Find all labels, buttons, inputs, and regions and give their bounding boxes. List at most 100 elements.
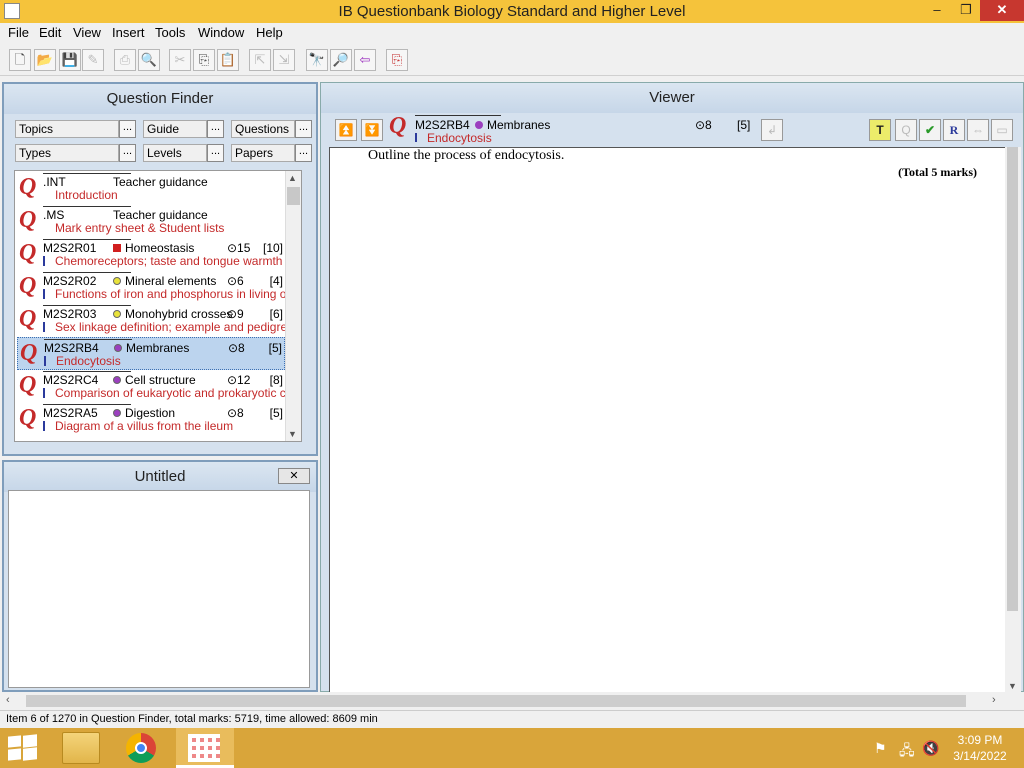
question-list[interactable]: Q .INT Teacher guidance Introduction Q .MS Tea… [14,170,302,442]
paste-icon[interactable]: 📋 [217,49,239,71]
question-icon: Q [19,372,37,398]
restore-button[interactable]: ❐ [952,0,980,21]
item-rule [43,305,131,306]
scroll-left-icon[interactable]: ‹ [6,694,10,706]
scroll-up-icon[interactable]: ▲ [288,173,297,183]
network-icon[interactable]: 🖧 [899,740,915,764]
question-list-item[interactable]: Q .INT Teacher guidance Introduction [17,172,285,205]
status-bar: Item 6 of 1270 in Question Finder, total… [0,710,1024,728]
horizontal-scrollbar[interactable]: ‹ › [0,692,1024,710]
text-tool-icon[interactable]: T [869,119,891,141]
papers-browse-button[interactable]: ... [295,144,312,162]
toolbar: 🗋 📂 💾 ✎ ⎙ 🔍 ✂ ⎘ 📋 ⇱ ⇲ 🔭 🔎 ⇦ ⎘ [0,44,1024,76]
levels-browse-button[interactable]: ... [207,144,224,162]
topics-browse-button[interactable]: ... [119,120,136,138]
types-browse-button[interactable]: ... [119,144,136,162]
action-center-icon[interactable]: ⚑ [874,740,887,757]
answer-tool-icon[interactable]: Q [895,119,917,141]
remove-question-icon[interactable]: ⇲ [273,49,295,71]
viewer-scrollbar[interactable]: ▼ [1005,147,1021,693]
question-code: .INT [43,175,66,189]
question-list-item[interactable]: Q M2S2RC4 Cell structure ⊙12 [8] Comparison o… [17,370,301,403]
question-list-scrollbar[interactable]: ▲ ▼ [285,171,301,441]
topic-label: Cell structure [125,373,196,387]
question-list-item[interactable]: Q M2S2RB4 Membranes ⊙8 [5] Endocytosis [17,337,285,370]
copy-icon[interactable]: ⎘ [193,49,215,71]
menu-window[interactable]: Window [198,25,244,40]
untitled-content[interactable] [8,490,310,688]
menu-insert[interactable]: Insert [112,25,145,40]
find-icon[interactable]: 🔭 [306,49,328,71]
paper-indicator [44,356,46,366]
menu-edit[interactable]: Edit [39,25,61,40]
menu-file[interactable]: File [8,25,29,40]
question-list-item[interactable]: Q M2S2R03 Monohybrid crosses ⊙9 [6] Sex linka… [17,304,294,337]
horizontal-scroll-thumb[interactable] [26,695,966,707]
question-list-item[interactable]: Q M2S2RA5 Digestion ⊙8 [5] Diagram of a villu… [17,403,285,436]
next-question-icon[interactable]: ⏬ [361,119,383,141]
item-rule [43,272,131,273]
marks: [5] [268,341,282,355]
file-explorer-icon[interactable] [62,732,100,764]
scroll-down-icon[interactable]: ▼ [288,429,297,439]
menu-help[interactable]: Help [256,25,283,40]
zoom-icon[interactable]: 🔎 [330,49,352,71]
guide-field[interactable]: Guide [143,120,207,138]
scroll-thumb[interactable] [287,187,300,205]
untitled-close-button[interactable]: ✕ [278,468,310,484]
topics-field[interactable]: Topics [15,120,119,138]
papers-field[interactable]: Papers [231,144,295,162]
insert-question-icon[interactable]: ⇱ [249,49,271,71]
total-marks: (Total 5 marks) [898,165,977,179]
previous-question-icon[interactable]: ⏫ [335,119,357,141]
marks: [4] [269,274,283,288]
menu-view[interactable]: View [73,25,101,40]
questions-browse-button[interactable]: ... [295,120,312,138]
levels-field[interactable]: Levels [143,144,207,162]
question-list-item[interactable]: Q M2S2R02 Mineral elements ⊙6 [4] Functions o… [17,271,301,304]
print-icon[interactable]: ⎙ [114,49,136,71]
return-icon[interactable]: ↲ [761,119,783,141]
menu-tools[interactable]: Tools [155,25,185,40]
minimize-button[interactable]: – [922,0,952,21]
questions-field[interactable]: Questions [231,120,295,138]
report-tool-icon[interactable]: R [943,119,965,141]
clock-date[interactable]: 3/14/2022 [950,749,1010,763]
guide-browse-button[interactable]: ... [207,120,224,138]
question-icon: Q [19,207,37,233]
paper-indicator [43,388,45,398]
question-list-item[interactable]: Q M2S2R01 Homeostasis ⊙15 [10] Chemoreceptors… [17,238,285,271]
paper-indicator [43,421,45,431]
markscheme-check-icon[interactable]: ✔ [919,119,941,141]
question-description: Mark entry sheet & Student lists [55,221,225,235]
viewer-scroll-down-icon[interactable]: ▼ [1008,681,1017,691]
layout-tool-icon[interactable]: ⇔ [967,119,989,141]
start-button[interactable] [8,734,38,761]
print-preview-icon[interactable]: 🔍 [138,49,160,71]
questionbank-app-icon [188,734,220,762]
question-topic: Digestion [113,406,175,420]
clock-time[interactable]: 3:09 PM [950,733,1010,747]
topic-swatch-icon [113,244,121,252]
frame-tool-icon[interactable]: ▭ [991,119,1013,141]
time-allowed: ⊙9 [227,307,244,321]
cut-icon[interactable]: ✂ [169,49,191,71]
back-arrow-icon[interactable]: ⇦ [354,49,376,71]
open-icon[interactable]: 📂 [34,49,56,71]
new-icon[interactable]: 🗋 [9,49,31,71]
save-icon[interactable]: 💾 [59,49,81,71]
viewer-scroll-thumb[interactable] [1007,147,1018,611]
question-content-area[interactable]: Outline the process of endocytosis. (Tot… [329,147,1005,693]
exit-icon[interactable]: ⎘ [386,49,408,71]
paper-indicator [43,256,45,266]
close-button[interactable]: ✕ [980,0,1024,21]
scroll-right-icon[interactable]: › [992,694,996,706]
chrome-icon[interactable] [126,733,156,763]
question-list-item[interactable]: Q .MS Teacher guidance Mark entry sheet & S… [17,205,285,238]
types-field[interactable]: Types [15,144,119,162]
questionbank-taskbar-button[interactable] [176,728,234,768]
question-code: M2S2R01 [43,241,97,255]
viewer-question-code: M2S2RB4 [415,118,470,132]
save-as-icon[interactable]: ✎ [82,49,104,71]
volume-muted-icon[interactable]: 🔇 [922,740,939,757]
